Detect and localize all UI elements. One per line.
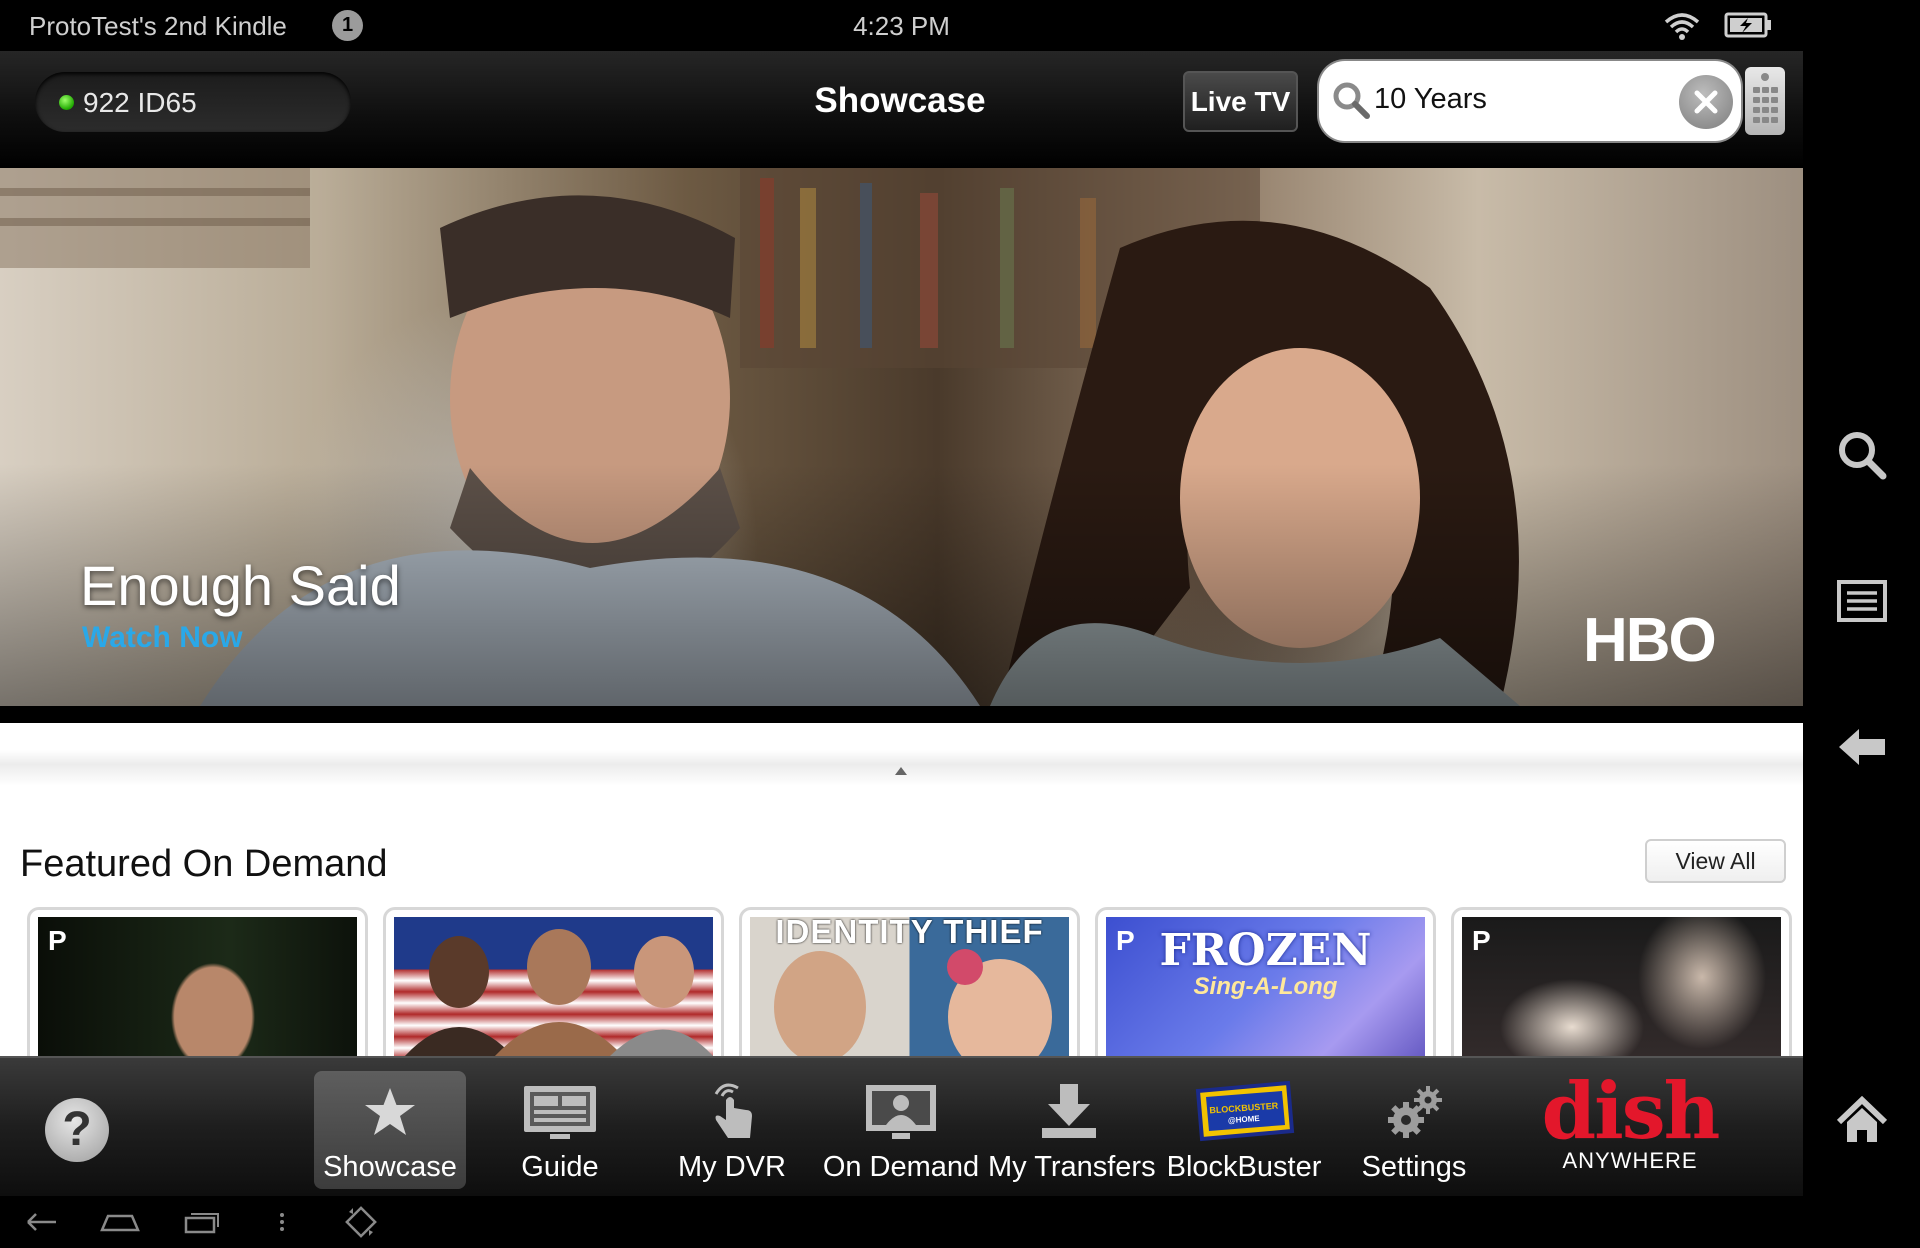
- tab-label: BlockBuster: [1166, 1151, 1322, 1183]
- rotation-lock-button[interactable]: [340, 1204, 382, 1240]
- tab-my-transfers[interactable]: My Transfers: [988, 1071, 1156, 1189]
- touch-icon: [662, 1081, 802, 1143]
- featured-item[interactable]: IDENTITY THIEF: [739, 907, 1080, 1056]
- featured-thumbnail: FROZEN Sing-A-Long P: [1106, 917, 1425, 1056]
- home-outline-icon: [100, 1214, 140, 1232]
- recents-icon: [184, 1213, 219, 1234]
- rail-menu-button[interactable]: [1831, 570, 1893, 632]
- guide-icon: [490, 1081, 630, 1143]
- remote-control-button[interactable]: [1745, 67, 1785, 135]
- system-recents-button[interactable]: [180, 1204, 224, 1240]
- overflow-icon: [280, 1213, 284, 1231]
- star-icon: [314, 1081, 466, 1143]
- system-home-button[interactable]: [98, 1204, 142, 1240]
- back-icon: [27, 1213, 56, 1231]
- rail-home-button[interactable]: [1831, 1090, 1893, 1152]
- receiver-label: 922 ID65: [83, 87, 197, 118]
- tab-guide[interactable]: Guide: [490, 1071, 630, 1189]
- home-icon: [1836, 1096, 1888, 1142]
- status-bar: ProtoTest's 2nd Kindle 1 4:23 PM: [0, 0, 1803, 51]
- device-name: ProtoTest's 2nd Kindle: [29, 11, 287, 41]
- system-side-rail: [1803, 0, 1920, 1248]
- tab-my-dvr[interactable]: My DVR: [662, 1071, 802, 1189]
- watch-now-link[interactable]: Watch Now: [82, 621, 243, 655]
- featured-section: Featured On Demand View All P IDENTITY T…: [0, 723, 1803, 1056]
- tab-blockbuster[interactable]: BLOCKBUSTER @HOME BlockBuster: [1167, 1071, 1321, 1189]
- on-demand-icon: [830, 1081, 972, 1143]
- clear-search-button[interactable]: [1679, 75, 1733, 129]
- premium-badge: P: [1116, 925, 1135, 956]
- system-overflow-button[interactable]: [272, 1204, 292, 1240]
- rotate-icon: [345, 1206, 377, 1238]
- remote-icon: [1761, 73, 1769, 81]
- featured-item[interactable]: [383, 907, 724, 1056]
- hero-bottom-edge: [0, 706, 1803, 723]
- rail-search-button[interactable]: [1831, 424, 1893, 486]
- back-arrow-icon: [1839, 729, 1885, 765]
- collapse-caret-icon[interactable]: [895, 767, 907, 775]
- network-logo: HBO: [1583, 606, 1717, 675]
- notification-count-badge[interactable]: 1: [332, 10, 363, 41]
- page-title: Showcase: [814, 81, 986, 120]
- gear-icon: [1344, 1081, 1484, 1143]
- featured-item[interactable]: P: [27, 907, 368, 1056]
- search-field[interactable]: 10 Years: [1319, 61, 1741, 141]
- showcase-hero-banner[interactable]: Enough Said Watch Now HBO: [0, 168, 1803, 706]
- hero-title: Enough Said: [80, 554, 401, 617]
- search-icon: [1839, 432, 1887, 480]
- app-header: 922 ID65 Showcase Live TV 10 Years: [0, 51, 1803, 168]
- featured-item[interactable]: P: [1451, 907, 1792, 1056]
- tab-label: Guide: [521, 1151, 599, 1183]
- featured-thumbnail: P: [1462, 917, 1781, 1056]
- featured-thumbnail: P: [38, 917, 357, 1056]
- live-tv-button[interactable]: Live TV: [1183, 71, 1298, 132]
- android-system-nav: [0, 1196, 1803, 1248]
- premium-badge: P: [1472, 925, 1491, 956]
- tab-label: On Demand: [822, 1151, 980, 1183]
- movie-subtitle-art: Sing-A-Long: [1193, 973, 1338, 1000]
- tab-label: My Transfers: [988, 1151, 1156, 1183]
- close-icon: [1694, 90, 1718, 114]
- download-icon: [998, 1081, 1140, 1143]
- blockbuster-icon: BLOCKBUSTER @HOME: [1174, 1081, 1314, 1143]
- system-back-button[interactable]: [22, 1204, 62, 1240]
- brand-tagline: ANYWHERE: [1562, 1148, 1698, 1173]
- wifi-icon: [1664, 13, 1700, 40]
- tab-label: Showcase: [323, 1151, 457, 1183]
- tab-settings[interactable]: Settings: [1344, 1071, 1484, 1189]
- hero-gradient-overlay: [0, 168, 1803, 706]
- movie-title-art: FROZEN: [1159, 925, 1372, 976]
- section-title: Featured On Demand: [20, 843, 388, 885]
- featured-item[interactable]: FROZEN Sing-A-Long P: [1095, 907, 1436, 1056]
- tab-showcase[interactable]: Showcase: [314, 1071, 466, 1189]
- brand-name: dish: [1541, 1066, 1721, 1157]
- rail-back-button[interactable]: [1831, 716, 1893, 778]
- featured-thumbnail: IDENTITY THIEF: [750, 917, 1069, 1056]
- premium-badge: P: [48, 925, 67, 956]
- search-icon: [1331, 80, 1371, 125]
- tab-on-demand[interactable]: On Demand: [823, 1071, 979, 1189]
- battery-charging-icon: [1724, 12, 1771, 38]
- receiver-selector[interactable]: 922 ID65: [35, 72, 351, 132]
- tab-label: Settings: [1361, 1151, 1467, 1183]
- help-button[interactable]: ?: [45, 1098, 109, 1162]
- bottom-tab-bar: ? Showcase Guide My DVR On Demand My Tra…: [0, 1056, 1803, 1196]
- dish-anywhere-logo: dish ANYWHERE: [1540, 1066, 1721, 1174]
- receiver-status-dot: [59, 95, 74, 110]
- tab-label: My DVR: [678, 1151, 786, 1183]
- view-all-button[interactable]: View All: [1645, 839, 1786, 883]
- search-input[interactable]: 10 Years: [1374, 83, 1487, 116]
- menu-icon: [1837, 580, 1887, 622]
- featured-thumbnail: [394, 917, 713, 1056]
